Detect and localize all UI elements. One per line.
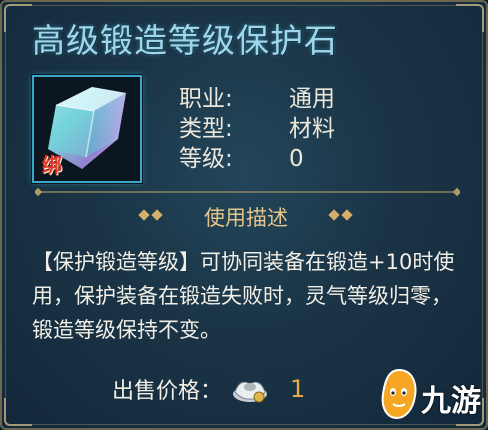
- item-tooltip-panel: 高级锻造等级保护石 绑 职业: 通用 类型: 材料 等级: 0 使用描述 【保护…: [0, 0, 488, 430]
- attr-row-level: 等级: 0: [179, 144, 335, 174]
- bound-badge: 绑: [42, 153, 62, 177]
- sell-price-value: 1: [290, 375, 306, 403]
- usage-section-title: 使用描述: [204, 206, 288, 230]
- attr-row-type: 类型: 材料: [179, 114, 335, 144]
- item-attributes: 职业: 通用 类型: 材料 等级: 0: [179, 84, 335, 174]
- watermark-text: 九游: [421, 384, 481, 419]
- attr-value: 0: [289, 146, 304, 172]
- sell-price-label: 出售价格：: [112, 379, 223, 404]
- usage-section-header: 使用描述: [2, 200, 486, 232]
- section-divider: [35, 187, 460, 197]
- item-icon-slot[interactable]: 绑: [32, 75, 142, 183]
- corner-ornament: [456, 4, 484, 32]
- attr-value: 材料: [289, 116, 335, 142]
- attr-label: 类型:: [179, 116, 233, 142]
- item-name: 高级锻造等级保护石: [32, 21, 338, 60]
- diamond-ornament-icon: [328, 209, 353, 221]
- usage-description: 【保护锻造等级】可协同装备在锻造+10时使用，保护装备在锻造失败时，灵气等级归零…: [32, 250, 455, 342]
- sell-price: 出售价格： 1: [112, 372, 305, 406]
- attr-label: 等级:: [179, 146, 233, 172]
- jiuyou-logo-icon: [381, 368, 417, 420]
- attr-value: 通用: [289, 86, 335, 112]
- corner-ornament: [4, 398, 32, 426]
- corner-ornament: [4, 4, 32, 32]
- attr-row-profession: 职业: 通用: [179, 84, 335, 114]
- attr-label: 职业:: [179, 86, 233, 112]
- jiuyou-watermark: 九游: [377, 364, 486, 424]
- silver-ingot-icon: [233, 381, 268, 403]
